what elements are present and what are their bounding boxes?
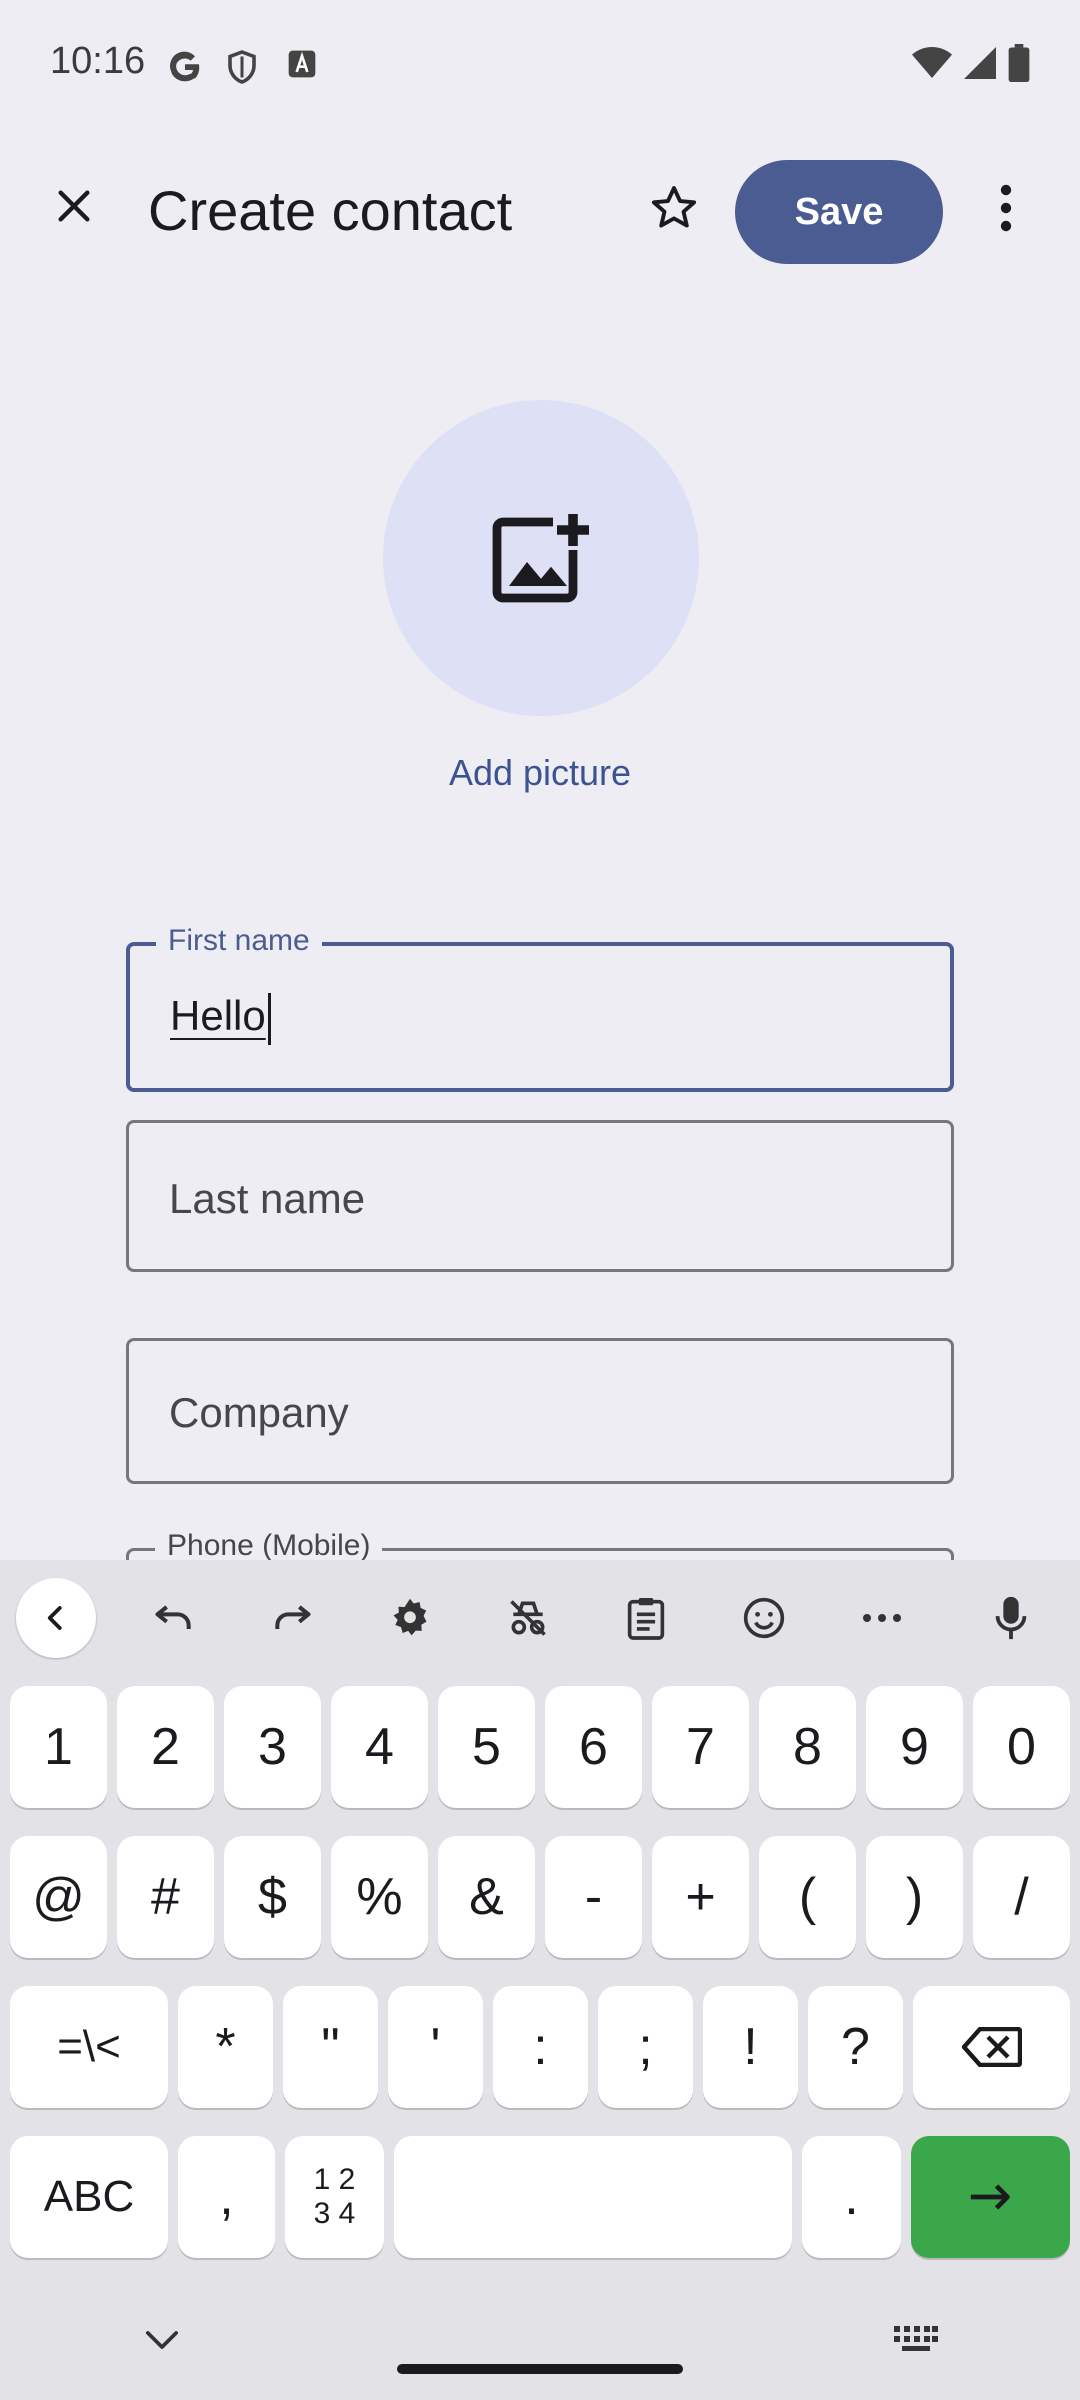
key-2[interactable]: 2 xyxy=(117,1686,214,1808)
key-plus[interactable]: + xyxy=(652,1836,749,1958)
key-1[interactable]: 1 xyxy=(10,1686,107,1808)
emoji-button[interactable] xyxy=(724,1578,804,1658)
key-ampersand[interactable]: & xyxy=(438,1836,535,1958)
keyboard-app-icon xyxy=(286,48,318,85)
save-button[interactable]: Save xyxy=(735,160,943,264)
key-space[interactable] xyxy=(394,2136,792,2258)
wifi-icon xyxy=(912,46,952,85)
more-tools-button[interactable] xyxy=(842,1578,922,1658)
numpad-bottom-label: 3 4 xyxy=(313,2197,356,2230)
first-name-text: Hello xyxy=(170,992,266,1039)
chevron-down-icon xyxy=(145,2331,179,2349)
favorite-button[interactable] xyxy=(638,172,710,244)
key-double-quote[interactable]: " xyxy=(283,1986,378,2108)
star-icon xyxy=(651,186,697,228)
clipboard-button[interactable] xyxy=(606,1578,686,1658)
key-single-quote[interactable]: ' xyxy=(388,1986,483,2108)
key-asterisk[interactable]: * xyxy=(178,1986,273,2108)
company-field[interactable]: Company xyxy=(126,1338,954,1484)
company-placeholder: Company xyxy=(169,1389,349,1436)
keyboard-toolbar xyxy=(0,1560,1080,1672)
google-icon xyxy=(166,48,204,91)
key-7[interactable]: 7 xyxy=(652,1686,749,1808)
keyboard-icon xyxy=(894,2326,938,2351)
cellular-icon xyxy=(964,46,996,85)
text-caret xyxy=(267,992,271,1045)
key-open-paren[interactable]: ( xyxy=(759,1836,856,1958)
incognito-button[interactable] xyxy=(488,1578,568,1658)
undo-button[interactable] xyxy=(134,1578,214,1658)
voice-input-button[interactable] xyxy=(971,1578,1051,1658)
key-slash[interactable]: / xyxy=(973,1836,1070,1958)
incognito-off-icon xyxy=(510,1600,546,1636)
home-indicator[interactable] xyxy=(397,2364,683,2374)
redo-button[interactable] xyxy=(252,1578,332,1658)
keyboard-settings-button[interactable] xyxy=(370,1578,450,1658)
chevron-left-icon xyxy=(47,1606,62,1630)
shield-icon xyxy=(224,48,260,91)
backspace-key[interactable] xyxy=(913,1986,1070,2108)
key-minus[interactable]: - xyxy=(545,1836,642,1958)
first-name-field[interactable]: First name Hello xyxy=(126,924,954,1092)
top-app-bar: Create contact Save xyxy=(0,150,1080,274)
page-title: Create contact xyxy=(148,179,513,242)
key-at[interactable]: @ xyxy=(10,1836,107,1958)
status-right-icons xyxy=(912,44,1030,87)
key-hash[interactable]: # xyxy=(117,1836,214,1958)
redo-icon xyxy=(275,1605,311,1629)
switch-keyboard-button[interactable] xyxy=(894,2322,938,2356)
more-vert-icon xyxy=(1000,184,1012,232)
key-percent[interactable]: % xyxy=(331,1836,428,1958)
key-comma[interactable]: , xyxy=(178,2136,275,2258)
arrow-right-icon xyxy=(970,2184,1010,2210)
keyboard: 1 2 3 4 5 6 7 8 9 0 @ # $ % & - + ( ) / … xyxy=(0,1560,1080,2400)
key-5[interactable]: 5 xyxy=(438,1686,535,1808)
close-icon xyxy=(58,190,90,222)
enter-key[interactable] xyxy=(911,2136,1070,2258)
key-exclamation[interactable]: ! xyxy=(703,1986,798,2108)
key-abc[interactable]: ABC xyxy=(10,2136,168,2258)
key-3[interactable]: 3 xyxy=(224,1686,321,1808)
status-time: 10:16 xyxy=(50,40,146,82)
key-period[interactable]: . xyxy=(802,2136,901,2258)
backspace-icon xyxy=(961,2027,1022,2067)
battery-icon xyxy=(1008,44,1030,87)
key-colon[interactable]: : xyxy=(493,1986,588,2108)
key-question[interactable]: ? xyxy=(808,1986,903,2108)
status-bar: 10:16 xyxy=(0,0,1080,130)
hide-keyboard-button[interactable] xyxy=(140,2318,184,2362)
key-6[interactable]: 6 xyxy=(545,1686,642,1808)
numpad-top-label: 1 2 xyxy=(313,2163,356,2196)
phone-label: Phone (Mobile) xyxy=(155,1529,383,1563)
key-semicolon[interactable]: ; xyxy=(598,1986,693,2108)
more-horiz-icon xyxy=(863,1614,901,1622)
keyboard-collapse-button[interactable] xyxy=(16,1578,96,1658)
key-close-paren[interactable]: ) xyxy=(866,1836,963,1958)
gear-icon xyxy=(393,1598,427,1636)
key-more-symbols[interactable]: =\< xyxy=(10,1986,168,2108)
last-name-placeholder: Last name xyxy=(169,1175,366,1222)
clipboard-icon xyxy=(627,1598,665,1640)
key-0[interactable]: 0 xyxy=(973,1686,1070,1808)
add-picture-avatar[interactable] xyxy=(383,400,699,716)
microphone-icon xyxy=(995,1596,1027,1640)
first-name-value: Hello xyxy=(170,992,271,1045)
undo-icon xyxy=(155,1605,191,1629)
more-options-button[interactable] xyxy=(980,172,1032,244)
key-8[interactable]: 8 xyxy=(759,1686,856,1808)
add-photo-icon xyxy=(492,514,589,603)
key-dollar[interactable]: $ xyxy=(224,1836,321,1958)
first-name-label: First name xyxy=(156,924,322,958)
emoji-icon xyxy=(743,1597,785,1639)
navigation-bar xyxy=(0,2300,1080,2400)
key-numpad[interactable]: 1 2 3 4 xyxy=(285,2136,384,2258)
key-4[interactable]: 4 xyxy=(331,1686,428,1808)
close-button[interactable] xyxy=(40,172,108,240)
add-picture-link[interactable]: Add picture xyxy=(340,752,740,794)
key-9[interactable]: 9 xyxy=(866,1686,963,1808)
last-name-field[interactable]: Last name xyxy=(126,1120,954,1272)
